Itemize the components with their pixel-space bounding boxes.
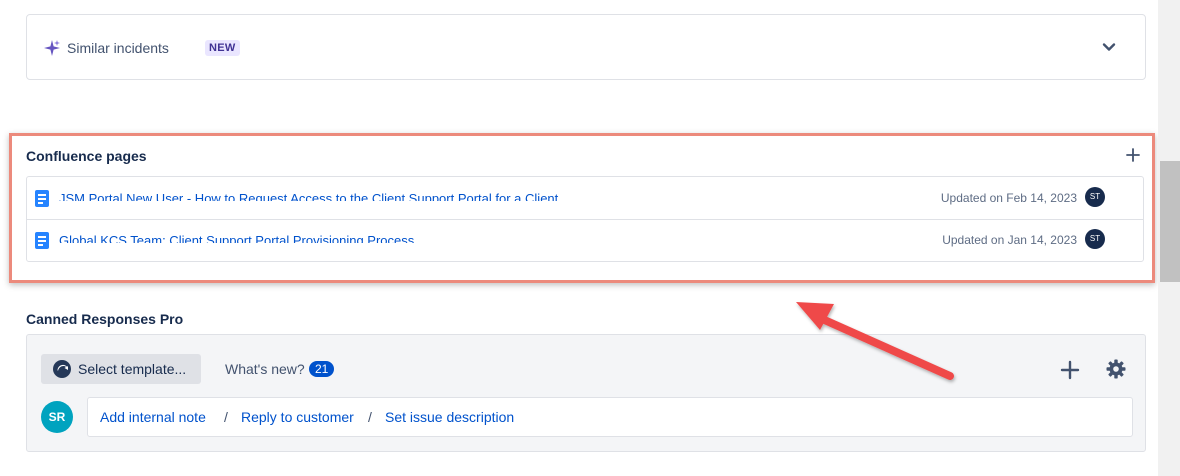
quick-actions-bar: Add internal note / Reply to customer / … [87,397,1133,437]
chevron-down-icon[interactable] [1101,39,1117,55]
whats-new-link[interactable]: What's new? [225,361,305,377]
similar-incidents-title: Similar incidents [67,40,169,56]
separator: / [224,409,228,425]
select-template-button[interactable]: Select template... [41,354,201,384]
canned-responses-title: Canned Responses Pro [26,311,184,327]
sparkle-icon [44,40,60,56]
canned-responses-logo-icon [53,360,71,378]
add-internal-note-link[interactable]: Add internal note [100,409,206,425]
gear-icon[interactable] [1105,358,1127,380]
set-issue-description-link[interactable]: Set issue description [385,409,514,425]
similar-incidents-card[interactable]: Similar incidents NEW [26,14,1146,80]
select-template-label: Select template... [78,361,187,377]
scrollbar-thumb[interactable] [1160,161,1180,282]
plus-icon[interactable] [1059,359,1081,381]
new-badge: NEW [205,40,240,56]
canned-responses-panel: Select template... What's new? 21 SR Add… [26,334,1146,452]
separator: / [368,409,372,425]
reply-to-customer-link[interactable]: Reply to customer [241,409,354,425]
highlight-box [9,133,1155,283]
user-avatar: SR [41,401,73,433]
annotation-arrow-icon [796,302,954,380]
whats-new-count-badge: 21 [309,361,335,377]
